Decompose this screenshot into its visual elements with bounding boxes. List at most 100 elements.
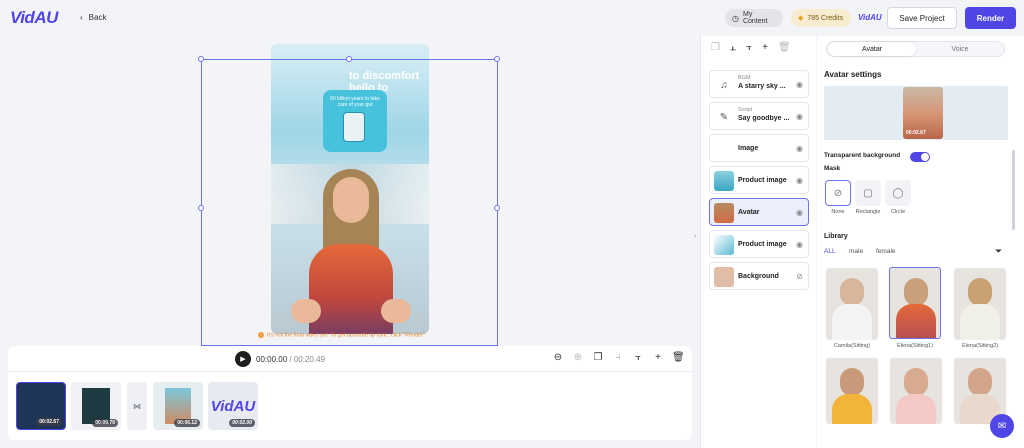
resize-handle-tl[interactable] <box>198 56 204 62</box>
avatar-head <box>840 278 864 306</box>
zoom-in-icon[interactable]: ⊕ <box>572 352 584 363</box>
rectangle-icon: ▢ <box>863 187 873 199</box>
avatar-body <box>832 394 872 424</box>
layer-label: Product image <box>738 177 787 184</box>
split-left-icon[interactable]: ⫞ <box>612 352 624 363</box>
timeline-clip-1[interactable]: 00:02.67 <box>16 382 66 430</box>
resize-handle-tr[interactable] <box>494 56 500 62</box>
library-avatar-name: Elena(Sitting2) <box>961 343 999 349</box>
eye-hidden-icon[interactable]: ⊘ <box>796 272 803 281</box>
brand-mini-logo: VidAU <box>858 13 882 22</box>
back-label: Back <box>88 13 107 22</box>
add-icon[interactable]: + <box>652 352 664 363</box>
layer-background[interactable]: Background ⊘ <box>709 262 809 290</box>
save-project-button[interactable]: Save Project <box>887 7 957 29</box>
avatar-preview: 00:02.67 <box>824 86 1008 140</box>
add-layer-icon[interactable]: + <box>762 42 768 53</box>
filter-all[interactable]: ALL <box>824 248 836 255</box>
tab-avatar[interactable]: Avatar <box>828 42 916 56</box>
product-thumbnail <box>714 235 734 255</box>
eye-icon[interactable]: ◉ <box>796 144 803 153</box>
resize-handle-ml[interactable] <box>198 205 204 211</box>
avatar-preview-thumb[interactable]: 00:02.67 <box>903 87 943 139</box>
timeline-clip-4[interactable]: VidAU 00:02.00 <box>208 382 258 430</box>
clip-duration: 00:02.67 <box>36 418 62 426</box>
avatar-thumbnail <box>714 203 734 223</box>
layer-bgm[interactable]: ♫ BGM A starry sky ... ◉ <box>709 70 809 98</box>
trash-icon[interactable]: 🗑 <box>672 352 685 363</box>
eye-icon[interactable]: ◉ <box>796 240 803 249</box>
align-top-icon[interactable]: ⫟ <box>746 42 752 53</box>
back-button[interactable]: ‹ Back <box>80 13 106 22</box>
diamond-icon: ◆ <box>798 15 804 22</box>
layer-product-image-1[interactable]: Product image ◉ <box>709 166 809 194</box>
library-avatar-card[interactable] <box>890 358 942 424</box>
filter-male[interactable]: male <box>849 248 863 255</box>
avatar-settings-title: Avatar settings <box>824 70 882 79</box>
eye-icon[interactable]: ◉ <box>796 176 803 185</box>
eye-icon[interactable]: ◉ <box>796 208 803 217</box>
time-display: 00:00.00 / 00:20.49 <box>256 355 325 364</box>
layer-image[interactable]: Image ◉ <box>709 134 809 162</box>
my-content-button[interactable]: ◷ My Content <box>725 9 783 27</box>
library-avatar-card[interactable] <box>954 268 1006 340</box>
clip-duration: 00:06.12 <box>174 419 200 427</box>
filter-female[interactable]: female <box>876 248 896 255</box>
resize-handle-mr[interactable] <box>494 205 500 211</box>
transition-button[interactable]: ⋈ <box>127 382 147 430</box>
layer-sub: Script <box>738 107 753 113</box>
script-icon: ✎ <box>719 111 729 123</box>
timeline-toolbar: ⊖ ⊕ ❐ ⫞ ⫟ + 🗑 <box>552 352 685 363</box>
library-title: Library <box>824 233 848 240</box>
transparent-background-toggle[interactable] <box>910 152 930 162</box>
library-avatar-card[interactable] <box>889 267 941 339</box>
layer-product-image-2[interactable]: Product image ◉ <box>709 230 809 258</box>
layer-label: Say goodbye ... <box>738 115 790 122</box>
library-avatar-card[interactable] <box>826 358 878 424</box>
mask-circle-label: Circle <box>890 209 906 215</box>
delete-layer-icon[interactable]: 🗑 <box>778 42 791 53</box>
product-thumbnail <box>714 171 734 191</box>
split-icon[interactable]: ⫟ <box>632 352 644 363</box>
zoom-out-icon[interactable]: ⊖ <box>552 352 564 363</box>
play-button[interactable]: ▶ <box>235 351 251 367</box>
credits-badge[interactable]: ◆ 785 Credits <box>791 9 851 27</box>
layer-label: Image <box>738 145 759 152</box>
top-bar: VidAU ‹ Back ◷ My Content ◆ 785 Credits V… <box>0 0 1024 36</box>
clip-duration: 00:09.70 <box>92 419 118 427</box>
chat-support-button[interactable]: ✉ <box>990 414 1014 438</box>
music-note-icon: ♫ <box>720 79 728 91</box>
collapse-panel-icon[interactable]: › <box>694 233 696 240</box>
eye-icon[interactable]: ◉ <box>796 112 803 121</box>
layer-avatar[interactable]: Avatar ◉ <box>709 198 809 226</box>
mask-title: Mask <box>824 165 841 172</box>
copy-icon[interactable]: ❐ <box>592 352 604 363</box>
warning-text: It's not the final video yet. To get acc… <box>267 332 427 339</box>
timeline-clip-2[interactable]: 00:09.70 <box>71 382 121 430</box>
circle-icon: ◯ <box>892 187 904 199</box>
avatar-voice-tabs: Avatar Voice <box>826 41 1005 57</box>
avatar-body <box>896 394 936 424</box>
app-logo[interactable]: VidAU <box>10 8 58 28</box>
avatar-body <box>960 304 1000 340</box>
resize-handle-tc[interactable] <box>346 56 352 62</box>
filter-icon[interactable]: ⏷ <box>995 246 1002 257</box>
mask-circle-button[interactable]: ◯ <box>885 180 911 206</box>
eye-icon[interactable]: ◉ <box>796 80 803 89</box>
avatar-head <box>904 368 928 396</box>
timeline-panel: ▶ 00:00.00 / 00:20.49 ⊖ ⊕ ❐ ⫞ ⫟ + 🗑 00:0… <box>8 346 692 440</box>
mask-none-button[interactable]: ⊘ <box>825 180 851 206</box>
layer-label: Product image <box>738 241 787 248</box>
settings-scrollbar[interactable] <box>1012 150 1015 230</box>
tab-voice[interactable]: Voice <box>916 42 1004 56</box>
selection-box[interactable] <box>198 56 500 346</box>
align-bottom-icon[interactable]: ⫠ <box>730 42 736 53</box>
render-button[interactable]: Render <box>965 7 1016 29</box>
duplicate-icon[interactable]: ❐ <box>711 42 720 53</box>
timeline-clip-3[interactable]: 00:06.12 <box>153 382 203 430</box>
mask-rectangle-button[interactable]: ▢ <box>855 180 881 206</box>
library-avatar-card[interactable] <box>826 268 878 340</box>
timeline-controls: ▶ 00:00.00 / 00:20.49 ⊖ ⊕ ❐ ⫞ ⫟ + 🗑 <box>8 346 692 372</box>
layer-script[interactable]: ✎ Script Say goodbye ... ◉ <box>709 102 809 130</box>
play-icon: ▶ <box>240 356 246 363</box>
